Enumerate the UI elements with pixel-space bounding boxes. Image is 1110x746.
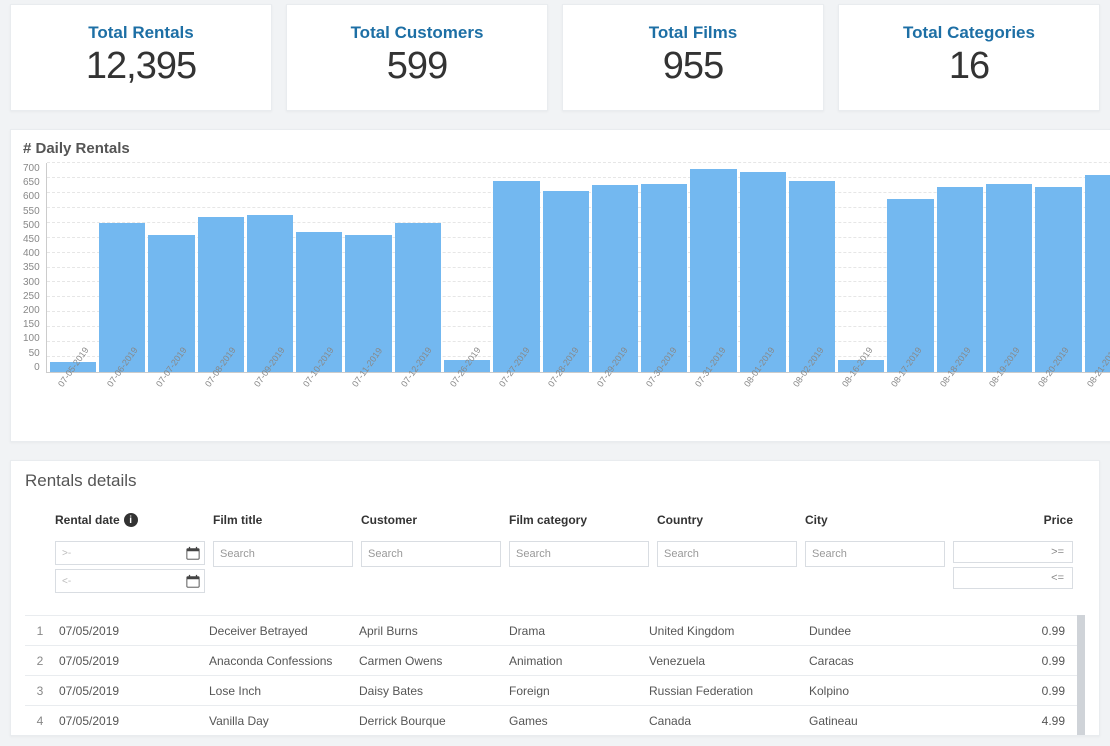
table-row[interactable]: 407/05/2019Vanilla DayDerrick BourqueGam… xyxy=(25,705,1085,735)
x-axis: 07-05-201907-06-201907-07-201907-08-2019… xyxy=(53,373,1110,433)
table-row[interactable]: 207/05/2019Anaconda ConfessionsCarmen Ow… xyxy=(25,645,1085,675)
rentals-table: 107/05/2019Deceiver BetrayedApril BurnsD… xyxy=(25,615,1085,735)
date-to-input[interactable]: <- xyxy=(55,569,205,593)
col-header-rental-date: Rental date i xyxy=(55,513,205,533)
filter-film-title[interactable]: Search xyxy=(213,541,353,567)
price-ge-input[interactable]: >= xyxy=(953,541,1073,563)
cell-date: 07/05/2019 xyxy=(55,624,205,638)
filter-rental-date: >- <- xyxy=(55,541,205,593)
kpi-title: Total Customers xyxy=(297,23,537,43)
filter-price: >= <= xyxy=(953,541,1073,593)
cell-price: 4.99 xyxy=(1015,714,1085,728)
row-index: 4 xyxy=(25,714,55,728)
bar[interactable] xyxy=(1035,187,1081,372)
date-from-input[interactable]: >- xyxy=(55,541,205,565)
kpi-value: 12,395 xyxy=(21,45,261,88)
bar[interactable] xyxy=(592,185,638,372)
cell-customer: Derrick Bourque xyxy=(355,714,505,728)
bar[interactable] xyxy=(789,181,835,372)
bar[interactable] xyxy=(690,169,736,372)
cell-film: Vanilla Day xyxy=(205,714,355,728)
bar[interactable] xyxy=(740,172,786,372)
bar[interactable] xyxy=(198,217,244,372)
cell-film: Deceiver Betrayed xyxy=(205,624,355,638)
col-header-city: City xyxy=(805,513,945,533)
bar[interactable] xyxy=(247,215,293,372)
chart-title: # Daily Rentals xyxy=(23,140,1110,157)
bar[interactable] xyxy=(641,184,687,372)
kpi-total-categories: Total Categories 16 xyxy=(838,4,1100,111)
cell-price: 0.99 xyxy=(1015,624,1085,638)
row-index: 2 xyxy=(25,654,55,668)
y-axis: 7006506005505004504003503002502001501005… xyxy=(23,163,46,373)
cell-city: Gatineau xyxy=(805,714,1015,728)
kpi-total-customers: Total Customers 599 xyxy=(286,4,548,111)
cell-customer: Carmen Owens xyxy=(355,654,505,668)
calendar-icon[interactable] xyxy=(182,574,204,588)
cell-film: Anaconda Confessions xyxy=(205,654,355,668)
cell-country: Canada xyxy=(645,714,805,728)
filter-country[interactable]: Search xyxy=(657,541,797,567)
cell-category: Games xyxy=(505,714,645,728)
cell-category: Animation xyxy=(505,654,645,668)
bar[interactable] xyxy=(887,199,933,372)
row-index: 1 xyxy=(25,624,55,638)
col-header-price: Price xyxy=(953,513,1073,533)
cell-category: Drama xyxy=(505,624,645,638)
filter-city[interactable]: Search xyxy=(805,541,945,567)
kpi-value: 955 xyxy=(573,45,813,88)
kpi-value: 599 xyxy=(297,45,537,88)
col-header-customer: Customer xyxy=(361,513,501,533)
col-header-country: Country xyxy=(657,513,797,533)
charts-row: # Daily Rentals 700650600550500450400350… xyxy=(0,129,1110,442)
cell-city: Kolpino xyxy=(805,684,1015,698)
cell-date: 07/05/2019 xyxy=(55,684,205,698)
cell-customer: April Burns xyxy=(355,624,505,638)
kpi-row: Total Rentals 12,395 Total Customers 599… xyxy=(0,4,1110,111)
bar[interactable] xyxy=(543,191,589,372)
rentals-details-panel: Rentals details Rental date i Film title… xyxy=(10,460,1100,736)
filter-header: Rental date i Film title Customer Film c… xyxy=(25,513,1085,593)
table-row[interactable]: 107/05/2019Deceiver BetrayedApril BurnsD… xyxy=(25,615,1085,645)
cell-country: United Kingdom xyxy=(645,624,805,638)
filter-customer[interactable]: Search xyxy=(361,541,501,567)
chart-plot xyxy=(46,163,1110,373)
cell-customer: Daisy Bates xyxy=(355,684,505,698)
cell-country: Venezuela xyxy=(645,654,805,668)
cell-category: Foreign xyxy=(505,684,645,698)
price-le-input[interactable]: <= xyxy=(953,567,1073,589)
cell-city: Dundee xyxy=(805,624,1015,638)
col-header-category: Film category xyxy=(509,513,649,533)
kpi-title: Total Films xyxy=(573,23,813,43)
kpi-total-films: Total Films 955 xyxy=(562,4,824,111)
bar[interactable] xyxy=(493,181,539,372)
kpi-title: Total Categories xyxy=(849,23,1089,43)
row-index: 3 xyxy=(25,684,55,698)
bar[interactable] xyxy=(986,184,1032,372)
bar[interactable] xyxy=(937,187,983,372)
daily-rentals-panel: # Daily Rentals 700650600550500450400350… xyxy=(10,129,1110,442)
chart-bars xyxy=(47,163,1110,372)
cell-film: Lose Inch xyxy=(205,684,355,698)
kpi-title: Total Rentals xyxy=(21,23,261,43)
panel-title: Rentals details xyxy=(25,471,1085,491)
cell-date: 07/05/2019 xyxy=(55,714,205,728)
filter-category[interactable]: Search xyxy=(509,541,649,567)
bar[interactable] xyxy=(395,223,441,372)
col-header-film-title: Film title xyxy=(213,513,353,533)
kpi-value: 16 xyxy=(849,45,1089,88)
table-row[interactable]: 307/05/2019Lose InchDaisy BatesForeignRu… xyxy=(25,675,1085,705)
cell-price: 0.99 xyxy=(1015,684,1085,698)
scrollbar[interactable] xyxy=(1077,615,1085,735)
daily-rentals-chart[interactable]: 7006506005505004504003503002502001501005… xyxy=(23,163,1110,373)
bar[interactable] xyxy=(1085,175,1110,372)
cell-date: 07/05/2019 xyxy=(55,654,205,668)
cell-country: Russian Federation xyxy=(645,684,805,698)
kpi-total-rentals: Total Rentals 12,395 xyxy=(10,4,272,111)
calendar-icon[interactable] xyxy=(182,546,204,560)
info-icon[interactable]: i xyxy=(124,513,138,527)
cell-price: 0.99 xyxy=(1015,654,1085,668)
cell-city: Caracas xyxy=(805,654,1015,668)
